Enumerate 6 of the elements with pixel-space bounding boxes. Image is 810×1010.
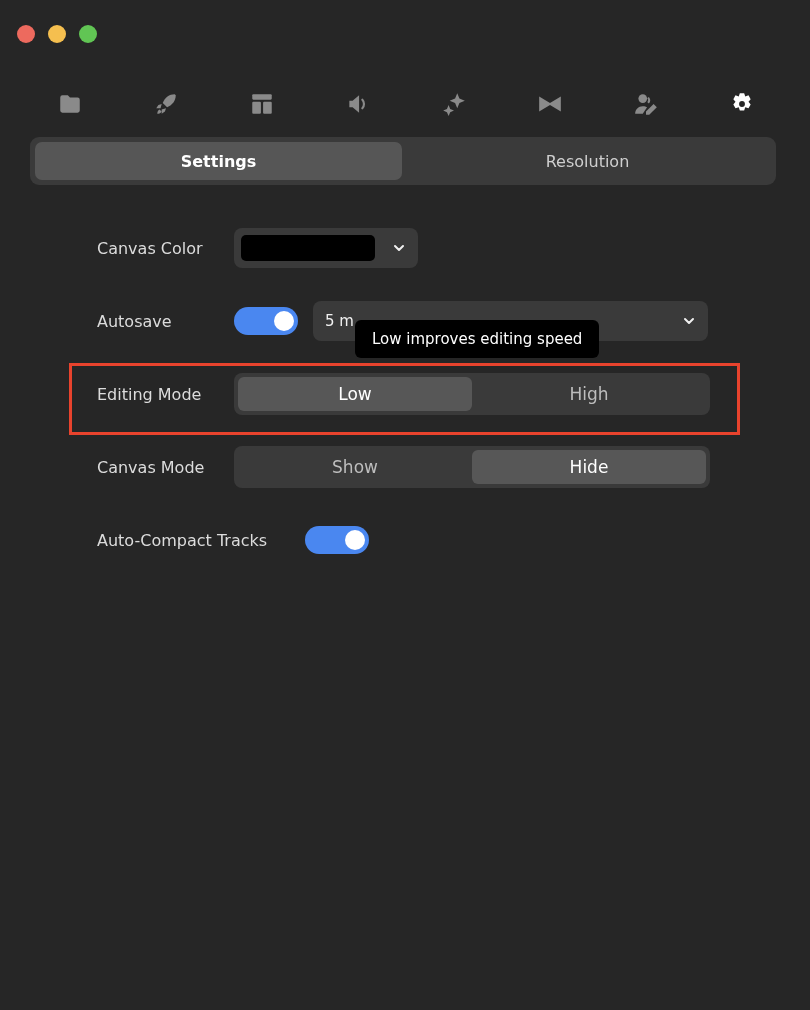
setting-label: Canvas Color <box>97 238 204 258</box>
setting-label: Autosave <box>97 311 173 331</box>
setting-label: Auto-Compact Tracks <box>97 530 269 550</box>
setting-label: Editing Mode <box>97 384 203 404</box>
setting-label: Canvas Mode <box>97 457 206 477</box>
tooltip: Low improves editing speed <box>355 320 600 358</box>
